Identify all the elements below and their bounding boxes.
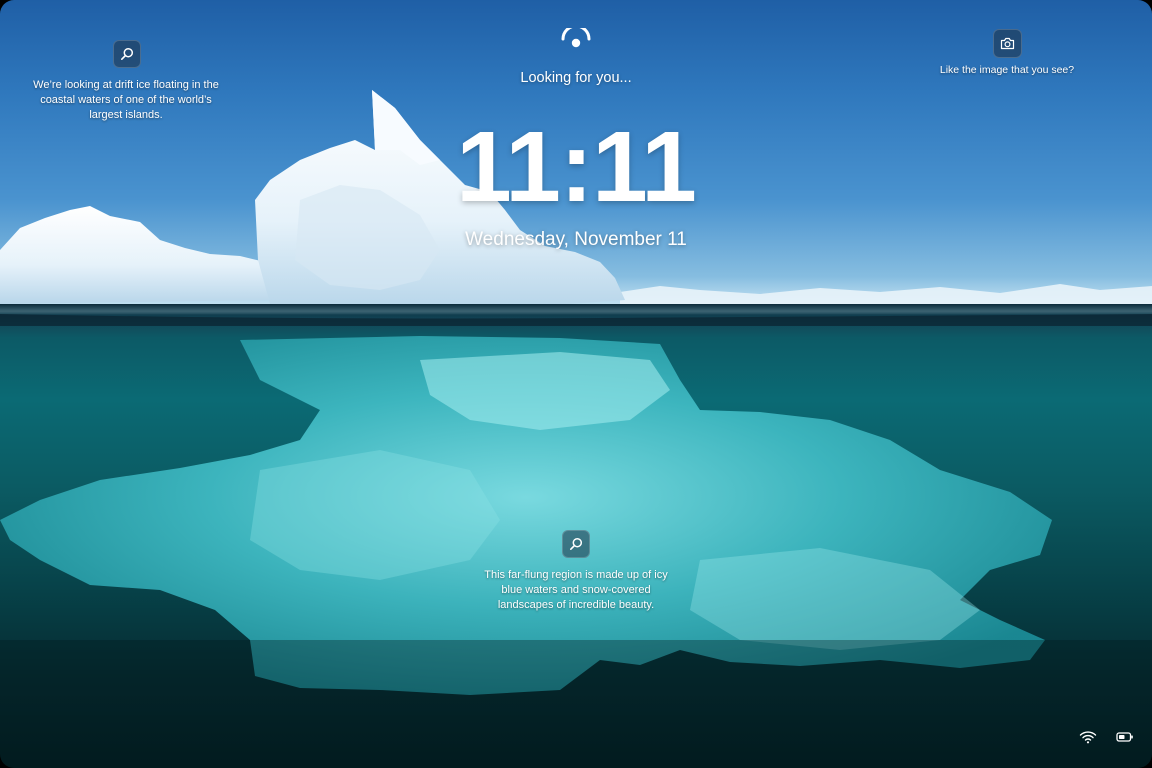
search-icon-glyph	[120, 47, 134, 60]
face-recognition-icon	[561, 28, 591, 48]
camera-icon-glyph	[1000, 37, 1015, 50]
camera-icon[interactable]	[993, 29, 1022, 58]
battery-icon[interactable]	[1116, 730, 1134, 744]
wifi-icon[interactable]	[1079, 730, 1097, 744]
image-fact-text: This far-flung region is made up of icy …	[484, 569, 668, 611]
lock-screen-overlay: Looking for you... 11:11 Wednesday, Nove…	[0, 0, 1152, 768]
sign-in-status: Looking for you...	[520, 70, 632, 86]
lock-screen: Looking for you... 11:11 Wednesday, Nove…	[0, 0, 1152, 768]
search-icon[interactable]	[562, 530, 590, 558]
like-image-prompt[interactable]: Like the image that you see?	[927, 63, 1087, 78]
search-icon[interactable]	[113, 40, 141, 68]
image-fact-text: We’re looking at drift ice floating in t…	[33, 79, 219, 121]
lock-screen-date: Wednesday, November 11	[465, 229, 687, 250]
search-icon-glyph	[569, 537, 583, 550]
lock-screen-clock: 11:11	[456, 111, 697, 223]
